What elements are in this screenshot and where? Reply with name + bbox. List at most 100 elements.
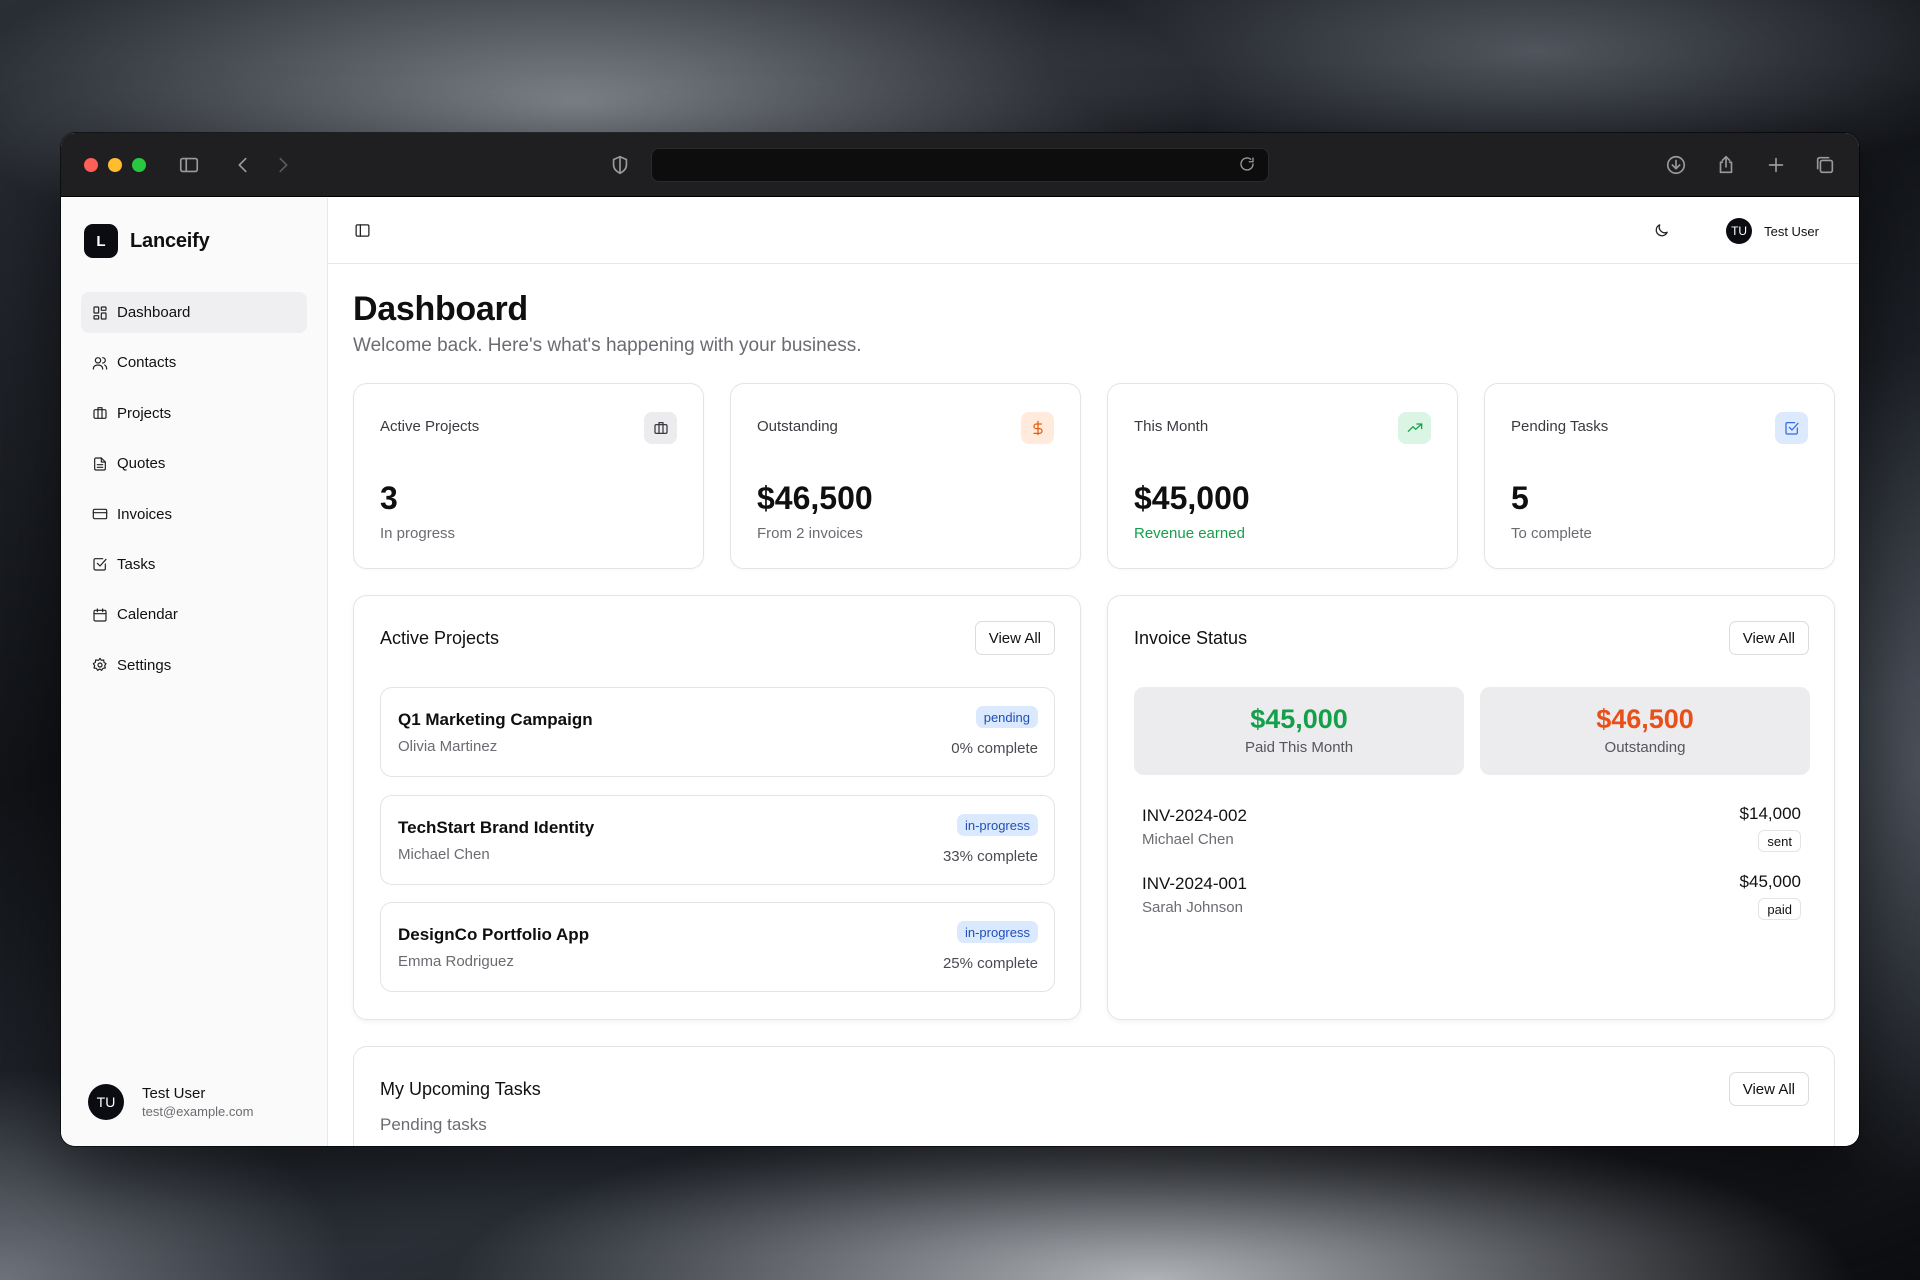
- stat-label: Active Projects: [380, 418, 480, 435]
- sidebar-item-label: Dashboard: [117, 304, 191, 321]
- project-card[interactable]: Q1 Marketing Campaign Olivia Martinez pe…: [380, 687, 1055, 777]
- invoice-row[interactable]: INV-2024-002 Michael Chen $14,000 sent: [1142, 804, 1801, 856]
- minimize-window-button[interactable]: [108, 158, 122, 172]
- sidebar-item-quotes[interactable]: Quotes: [81, 443, 307, 484]
- reload-icon[interactable]: [1238, 155, 1260, 177]
- stat-label: This Month: [1134, 418, 1209, 435]
- sidebar-item-contacts[interactable]: Contacts: [81, 342, 307, 383]
- gear-icon: [92, 657, 107, 672]
- panel-subtitle: Pending tasks: [380, 1115, 487, 1134]
- briefcase-icon: [93, 407, 107, 420]
- sidebar-collapse-button[interactable]: [354, 222, 372, 240]
- credit-card-icon: [92, 508, 108, 520]
- window-controls: [84, 158, 146, 172]
- invoice-status-panel: Invoice Status View All $45,000 Paid Thi…: [1107, 595, 1835, 1020]
- invoice-amount: $14,000: [1739, 804, 1801, 823]
- stat-label: Pending Tasks: [1511, 418, 1609, 435]
- project-client: Emma Rodriguez: [398, 953, 514, 970]
- stat-label: Outstanding: [757, 418, 838, 435]
- view-all-tasks-button[interactable]: View All: [1728, 1072, 1809, 1106]
- share-icon[interactable]: [1712, 151, 1740, 179]
- outstanding-label: Outstanding: [1604, 739, 1686, 756]
- project-name: TechStart Brand Identity: [398, 818, 595, 837]
- calendar-icon: [93, 608, 107, 622]
- status-badge: in-progress: [956, 814, 1038, 836]
- users-icon: [92, 356, 108, 370]
- stat-value: $46,500: [757, 480, 873, 516]
- dashboard-icon: [93, 305, 107, 320]
- status-badge: pending: [975, 706, 1038, 728]
- panels-row: Active Projects View All Q1 Marketing Ca…: [353, 595, 1839, 1020]
- sidebar-item-dashboard[interactable]: Dashboard: [81, 292, 307, 333]
- invoice-status-badge: sent: [1758, 830, 1801, 852]
- sidebar-toggle-icon[interactable]: [175, 151, 203, 179]
- sidebar-item-label: Tasks: [117, 555, 156, 573]
- theme-toggle-button[interactable]: [1653, 222, 1671, 240]
- topbar-user-name: Test User: [1764, 223, 1819, 239]
- forward-icon[interactable]: [269, 151, 297, 179]
- back-icon[interactable]: [229, 151, 257, 179]
- sidebar-nav: Dashboard Contacts Projects Quotes Invoi…: [81, 292, 307, 695]
- stat-note: To complete: [1511, 525, 1592, 542]
- outstanding-amount: $46,500: [1596, 704, 1694, 734]
- panel-left-icon: [355, 224, 370, 237]
- panel-title: Active Projects: [380, 628, 500, 648]
- invoice-amount: $45,000: [1739, 872, 1801, 891]
- browser-toolbar: [61, 133, 1859, 197]
- tab-overview-icon[interactable]: [1811, 151, 1839, 179]
- stat-icon-box: [644, 412, 677, 444]
- brand-logo: L: [84, 224, 118, 258]
- project-client: Michael Chen: [398, 846, 490, 863]
- active-projects-panel: Active Projects View All Q1 Marketing Ca…: [353, 595, 1081, 1020]
- sidebar: L Lanceify Dashboard Contacts Projects Q…: [61, 198, 328, 1146]
- stat-card-outstanding: Outstanding $46,500 From 2 invoices: [730, 383, 1081, 569]
- brand[interactable]: L Lanceify: [84, 224, 210, 258]
- invoice-client: Sarah Johnson: [1142, 899, 1243, 916]
- invoice-number: INV-2024-002: [1142, 806, 1247, 825]
- stat-icon-box: [1021, 412, 1054, 444]
- paid-label: Paid This Month: [1244, 739, 1354, 756]
- status-badge: in-progress: [956, 921, 1038, 943]
- sidebar-user-name: Test User: [142, 1085, 206, 1102]
- user-menu-button[interactable]: TU Test User: [1726, 218, 1819, 244]
- page-subtitle: Welcome back. Here's what's happening wi…: [353, 335, 862, 356]
- project-card[interactable]: TechStart Brand Identity Michael Chen in…: [380, 795, 1055, 885]
- address-bar[interactable]: [651, 148, 1269, 182]
- paid-summary: $45,000 Paid This Month: [1134, 687, 1464, 775]
- moon-icon: [1655, 224, 1668, 237]
- privacy-shield-icon[interactable]: [606, 151, 634, 179]
- outstanding-summary: $46,500 Outstanding: [1480, 687, 1810, 775]
- sidebar-item-label: Projects: [117, 404, 172, 422]
- sidebar-user[interactable]: TU Test User test@example.com: [88, 1084, 253, 1120]
- project-name: Q1 Marketing Campaign: [398, 710, 593, 729]
- project-name: DesignCo Portfolio App: [398, 925, 590, 944]
- view-all-projects-button[interactable]: View All: [974, 621, 1055, 655]
- sidebar-item-invoices[interactable]: Invoices: [81, 494, 307, 535]
- stat-note: In progress: [380, 525, 456, 542]
- view-all-invoices-button[interactable]: View All: [1728, 621, 1809, 655]
- invoice-client: Michael Chen: [1142, 831, 1234, 848]
- sidebar-item-label: Calendar: [117, 606, 178, 624]
- project-card[interactable]: DesignCo Portfolio App Emma Rodriguez in…: [380, 902, 1055, 992]
- invoice-row[interactable]: INV-2024-001 Sarah Johnson $45,000 paid: [1142, 872, 1801, 924]
- sidebar-item-settings[interactable]: Settings: [81, 645, 307, 686]
- sidebar-item-calendar[interactable]: Calendar: [81, 594, 307, 635]
- sidebar-item-label: Settings: [117, 656, 172, 674]
- avatar: TU: [1726, 218, 1753, 244]
- invoice-status-badge: paid: [1758, 898, 1801, 920]
- close-window-button[interactable]: [84, 158, 98, 172]
- sidebar-item-tasks[interactable]: Tasks: [81, 544, 307, 585]
- sidebar-item-projects[interactable]: Projects: [81, 393, 307, 434]
- trending-up-icon: [1407, 423, 1422, 432]
- maximize-window-button[interactable]: [132, 158, 146, 172]
- dashboard-content: Dashboard Welcome back. Here's what's ha…: [353, 264, 1839, 1146]
- new-tab-icon[interactable]: [1762, 151, 1790, 179]
- file-text-icon: [94, 457, 106, 471]
- page-title: Dashboard: [353, 290, 528, 328]
- topbar: TU Test User: [328, 198, 1859, 264]
- project-progress: 33% complete: [942, 848, 1038, 865]
- download-icon[interactable]: [1662, 151, 1690, 179]
- stat-icon-box: [1398, 412, 1431, 444]
- sidebar-item-label: Contacts: [117, 354, 177, 372]
- stat-card-pending-tasks: Pending Tasks 5 To complete: [1484, 383, 1835, 569]
